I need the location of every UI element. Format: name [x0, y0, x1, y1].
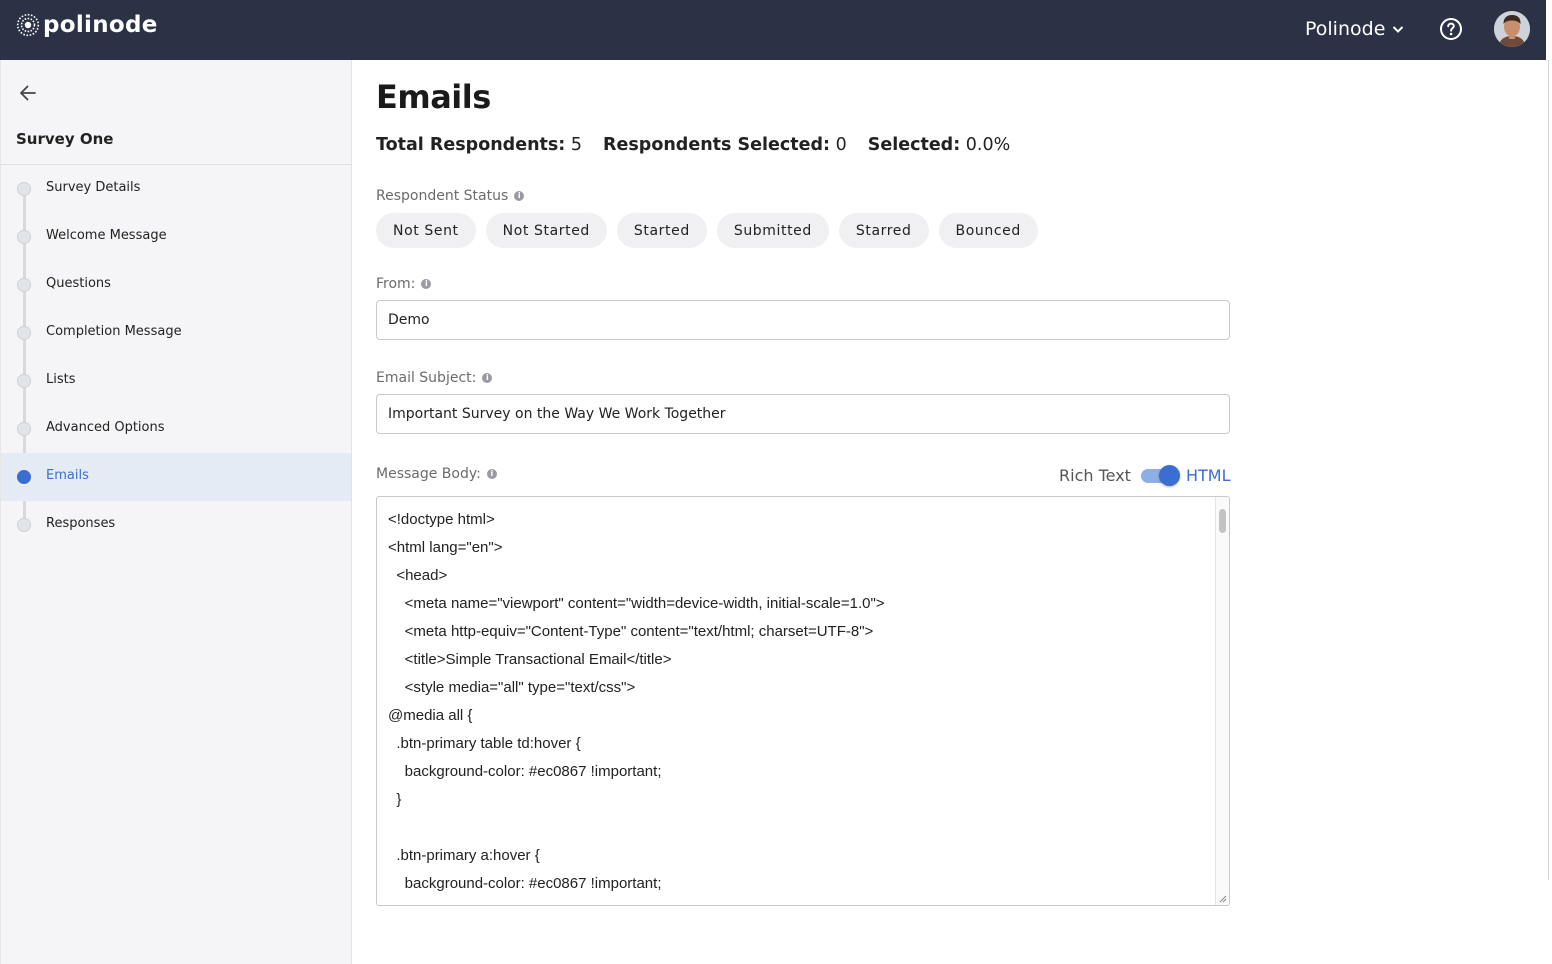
- respondent-stats: Total Respondents: 5 Respondents Selecte…: [376, 135, 1031, 155]
- step-dot: [17, 374, 31, 388]
- help-circle-icon[interactable]: [1439, 17, 1463, 41]
- from-label-text: From:: [376, 276, 416, 292]
- message-body-label-text: Message Body:: [376, 466, 481, 482]
- chevron-down-icon: [1393, 26, 1404, 33]
- step-dot: [17, 230, 31, 244]
- message-body-label: Message Body: i: [376, 466, 497, 482]
- stat-selected: Respondents Selected: 0: [603, 135, 847, 155]
- page-title: Emails: [376, 78, 491, 116]
- info-icon[interactable]: i: [421, 279, 432, 289]
- top-bar: polinode Polinode: [0, 0, 1546, 60]
- info-icon[interactable]: i: [514, 191, 525, 201]
- sidebar: Survey One Survey Details Welcome Messag…: [0, 60, 352, 964]
- from-label: From: i: [376, 276, 432, 292]
- respondent-status-label: Respondent Status i: [376, 188, 525, 204]
- org-menu[interactable]: Polinode: [1305, 15, 1405, 43]
- code-line: <!doctype html>: [388, 511, 495, 528]
- editor-scrollbar-thumb[interactable]: [1219, 509, 1226, 533]
- code-lines: <!doctype html> <html lang="en"> <head> …: [388, 506, 885, 898]
- arrow-left-icon[interactable]: [16, 81, 40, 105]
- org-name: Polinode: [1305, 18, 1386, 40]
- sidebar-item-welcome-message[interactable]: Welcome Message: [0, 213, 351, 261]
- code-line: background-color: #ec0867 !important;: [388, 763, 662, 780]
- code-line: <title>Simple Transactional Email</title…: [388, 651, 672, 668]
- sidebar-item-survey-details[interactable]: Survey Details: [0, 165, 351, 213]
- sidebar-item-emails[interactable]: Emails: [0, 453, 351, 501]
- step-dot: [17, 278, 31, 292]
- chip-submitted[interactable]: Submitted: [716, 213, 829, 248]
- sidebar-item-label: Lists: [46, 372, 76, 387]
- chip-bounced[interactable]: Bounced: [938, 213, 1038, 248]
- info-icon[interactable]: i: [482, 373, 493, 383]
- window-scrollbar[interactable]: [1546, 0, 1552, 964]
- code-line: .btn-primary a:hover {: [388, 847, 540, 864]
- resize-handle-icon[interactable]: [1219, 895, 1227, 903]
- polinode-logo-icon: [16, 13, 40, 37]
- sidebar-item-label: Questions: [46, 276, 111, 291]
- sidebar-item-label: Advanced Options: [46, 420, 165, 435]
- code-line: <head>: [388, 567, 448, 584]
- html-mode-switch[interactable]: [1140, 465, 1180, 486]
- step-dot: [17, 518, 31, 532]
- sidebar-item-label: Emails: [46, 468, 89, 483]
- chip-starred[interactable]: Starred: [838, 213, 929, 248]
- message-body-editor[interactable]: <!doctype html> <html lang="en"> <head> …: [376, 496, 1230, 906]
- code-line: background-color: #ec0867 !important;: [388, 875, 662, 892]
- step-dot: [17, 326, 31, 340]
- sidebar-item-label: Responses: [46, 516, 116, 531]
- step-dot: [17, 182, 31, 196]
- window-edge: [0, 60, 1, 964]
- info-icon[interactable]: i: [486, 469, 497, 479]
- user-avatar-icon: [1494, 11, 1530, 47]
- html-label[interactable]: HTML: [1186, 466, 1231, 485]
- code-line: <html lang="en">: [388, 539, 503, 556]
- sidebar-item-label: Welcome Message: [46, 228, 167, 243]
- avatar[interactable]: [1494, 11, 1530, 47]
- email-subject-field[interactable]: Important Survey on the Way We Work Toge…: [376, 394, 1230, 434]
- editor-mode-toggle: Rich Text HTML: [1059, 465, 1231, 486]
- chip-not-started[interactable]: Not Started: [485, 213, 607, 248]
- sidebar-item-questions[interactable]: Questions: [0, 261, 351, 309]
- sidebar-item-completion-message[interactable]: Completion Message: [0, 309, 351, 357]
- code-line: <meta name="viewport" content="width=dev…: [388, 595, 885, 612]
- sidebar-item-label: Survey Details: [46, 180, 141, 195]
- editor-scrollbar[interactable]: [1215, 497, 1229, 905]
- code-line: <meta http-equiv="Content-Type" content=…: [388, 623, 874, 640]
- code-line: @media all {: [388, 707, 473, 724]
- sidebar-item-lists[interactable]: Lists: [0, 357, 351, 405]
- step-dot: [17, 470, 31, 484]
- code-line: }: [388, 791, 402, 808]
- stat-total: Total Respondents: 5: [376, 135, 582, 155]
- sidebar-item-advanced-options[interactable]: Advanced Options: [0, 405, 351, 453]
- email-subject-label: Email Subject: i: [376, 370, 493, 386]
- survey-title: Survey One: [16, 130, 114, 148]
- switch-knob: [1158, 465, 1180, 486]
- rich-text-label[interactable]: Rich Text: [1059, 466, 1131, 485]
- stat-percent-value: 0.0%: [965, 135, 1011, 155]
- chip-not-sent[interactable]: Not Sent: [376, 213, 476, 248]
- stat-percent-label: Selected:: [867, 135, 961, 155]
- code-line: .btn-primary table td:hover {: [388, 735, 581, 752]
- logo[interactable]: polinode: [16, 12, 158, 38]
- code-line: <style media="all" type="text/css">: [388, 679, 636, 696]
- chip-started[interactable]: Started: [616, 213, 707, 248]
- stat-total-value: 5: [570, 135, 583, 155]
- respondent-status-label-text: Respondent Status: [376, 188, 509, 204]
- stat-selected-label: Respondents Selected:: [603, 135, 831, 155]
- step-dot: [17, 422, 31, 436]
- stat-selected-value: 0: [835, 135, 847, 155]
- sidebar-item-label: Completion Message: [46, 324, 182, 339]
- logo-text: polinode: [43, 12, 158, 38]
- stat-total-label: Total Respondents:: [376, 135, 566, 155]
- sidebar-item-responses[interactable]: Responses: [0, 501, 351, 549]
- email-subject-label-text: Email Subject:: [376, 370, 477, 386]
- stat-percent: Selected: 0.0%: [868, 135, 1011, 155]
- from-field[interactable]: Demo: [376, 300, 1230, 340]
- status-filter-chips: Not Sent Not Started Started Submitted S…: [376, 213, 1048, 248]
